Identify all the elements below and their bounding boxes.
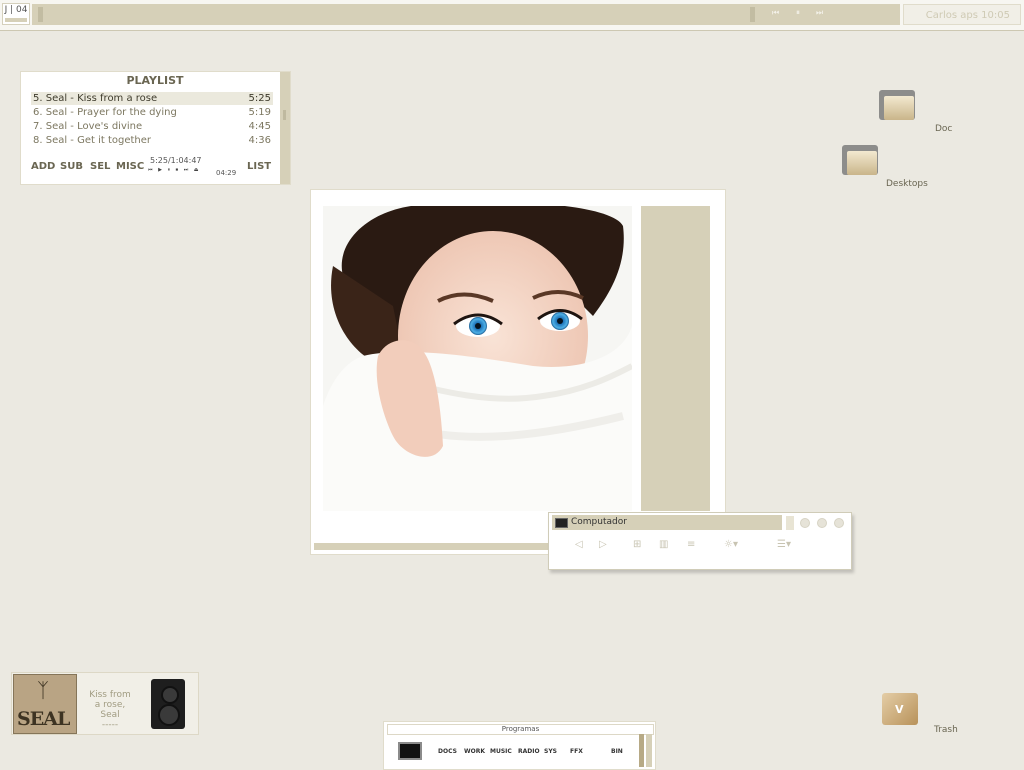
- prev-track-button[interactable]: ⏮: [772, 8, 779, 18]
- sel-button[interactable]: SEL: [90, 161, 110, 172]
- close-button[interactable]: [834, 518, 844, 528]
- viewer-side-panel: [641, 206, 710, 511]
- monitor-icon[interactable]: [398, 742, 422, 760]
- dock-item-bin[interactable]: BIN: [611, 748, 623, 755]
- dock-handle[interactable]: [646, 734, 652, 767]
- dock-item-radio[interactable]: RADIO: [518, 748, 540, 755]
- forward-button[interactable]: ▷: [599, 539, 607, 550]
- workspace-label: J | 04: [4, 5, 28, 15]
- window-titlebar[interactable]: Computador: [552, 515, 782, 530]
- viewer-scrollbar[interactable]: [314, 543, 550, 550]
- album-cover: ᛉ SEAL: [13, 674, 77, 734]
- minimize-button[interactable]: [800, 518, 810, 528]
- wallpaper-photo: [323, 206, 632, 511]
- track-duration: 4:45: [248, 121, 271, 132]
- dock-item-work[interactable]: WORK: [464, 748, 485, 755]
- playlist-time: 5:25/1:04:47: [150, 156, 202, 165]
- programs-dock: Programas DOCS WORK MUSIC RADIO SYS FFX …: [383, 721, 656, 770]
- track-title: 5. Seal - Kiss from a rose: [33, 93, 158, 104]
- icon-label: Desktops: [886, 179, 928, 189]
- speaker-icon[interactable]: [151, 679, 185, 729]
- folder-icon: [842, 145, 878, 175]
- icon-view-button[interactable]: ⊞: [633, 539, 641, 550]
- dock-item-sys[interactable]: SYS: [544, 748, 557, 755]
- elapsed-time: 04:29: [216, 169, 237, 177]
- computer-icon: [555, 518, 568, 528]
- misc-button[interactable]: MISC: [116, 161, 144, 172]
- playlist-title: PLAYLIST: [126, 74, 184, 87]
- window-title: Computador: [571, 517, 627, 527]
- track-extra: -----: [101, 720, 119, 730]
- back-button[interactable]: ◁: [575, 539, 583, 550]
- track-info: Kiss from a rose, Seal -----: [76, 690, 144, 730]
- track-duration: 5:19: [248, 107, 271, 118]
- playlist-mini-controls[interactable]: ⏮ ▶ ⏸ ⏹ ⏭ ⏏: [148, 167, 201, 173]
- dock-handle[interactable]: [639, 734, 644, 767]
- track-duration: 5:25: [248, 93, 271, 104]
- dock-title: Programas: [387, 724, 654, 735]
- album-figure-icon: ᛉ: [37, 678, 49, 702]
- scrollbar-grip[interactable]: [283, 110, 286, 120]
- settings-menu-button[interactable]: ☼▾: [724, 539, 738, 550]
- playlist-track[interactable]: 8. Seal - Get it together 4:36: [31, 134, 273, 147]
- compact-view-button[interactable]: ▥: [659, 539, 668, 550]
- sub-button[interactable]: SUB: [60, 161, 83, 172]
- playlist-window: PLAYLIST 5. Seal - Kiss from a rose 5:25…: [20, 71, 291, 185]
- taskbar[interactable]: ⏮ ⏸ ⏭: [32, 4, 900, 25]
- track-artist: Seal: [100, 710, 120, 720]
- maximize-button[interactable]: [817, 518, 827, 528]
- now-playing-widget: ᛉ SEAL Kiss from a rose, Seal -----: [11, 672, 199, 735]
- dock-item-ffx[interactable]: FFX: [570, 748, 583, 755]
- sort-menu-button[interactable]: ☰▾: [777, 539, 791, 550]
- track-duration: 4:36: [248, 135, 271, 146]
- playlist-scrollbar[interactable]: [280, 72, 290, 184]
- playlist-track[interactable]: 5. Seal - Kiss from a rose 5:25: [31, 92, 273, 105]
- titlebar-spacer: [786, 516, 794, 530]
- file-manager-window: Computador ◁ ▷ ⊞ ▥ ≡ ☼▾ ☰▾: [548, 512, 852, 570]
- trash-icon: V: [882, 693, 918, 725]
- taskbar-handle[interactable]: [38, 7, 43, 22]
- track-title: 8. Seal - Get it together: [33, 135, 152, 146]
- next-track-button[interactable]: ⏭: [816, 8, 823, 18]
- list-view-button[interactable]: ≡: [687, 539, 695, 550]
- playlist-track[interactable]: 7. Seal - Love's divine 4:45: [31, 120, 273, 133]
- icon-label: Doc: [935, 124, 953, 134]
- track-title-line2: a rose,: [94, 700, 126, 710]
- icon-label: Trash: [934, 725, 958, 735]
- album-title: SEAL: [17, 708, 70, 730]
- track-title: 6. Seal - Prayer for the dying: [33, 107, 177, 118]
- playlist-track[interactable]: 6. Seal - Prayer for the dying 5:19: [31, 106, 273, 119]
- track-title: 7. Seal - Love's divine: [33, 121, 143, 132]
- add-button[interactable]: ADD: [31, 161, 55, 172]
- taskbar-handle[interactable]: [750, 7, 755, 22]
- pause-button[interactable]: ⏸: [796, 8, 800, 18]
- top-panel: J | 04 ⏮ ⏸ ⏭ Carlos aps 10:05: [0, 0, 1024, 31]
- list-button[interactable]: LIST: [247, 161, 271, 172]
- image-viewer-window: [310, 189, 726, 555]
- clock: Carlos aps 10:05: [903, 4, 1021, 25]
- track-title-line1: Kiss from: [89, 690, 131, 700]
- workspace-switcher[interactable]: J | 04: [2, 3, 30, 25]
- dock-item-music[interactable]: MUSIC: [490, 748, 512, 755]
- folder-icon: [879, 90, 915, 120]
- dock-item-docs[interactable]: DOCS: [438, 748, 457, 755]
- workspace-indicator: [5, 18, 27, 22]
- portrait-image: [323, 206, 632, 511]
